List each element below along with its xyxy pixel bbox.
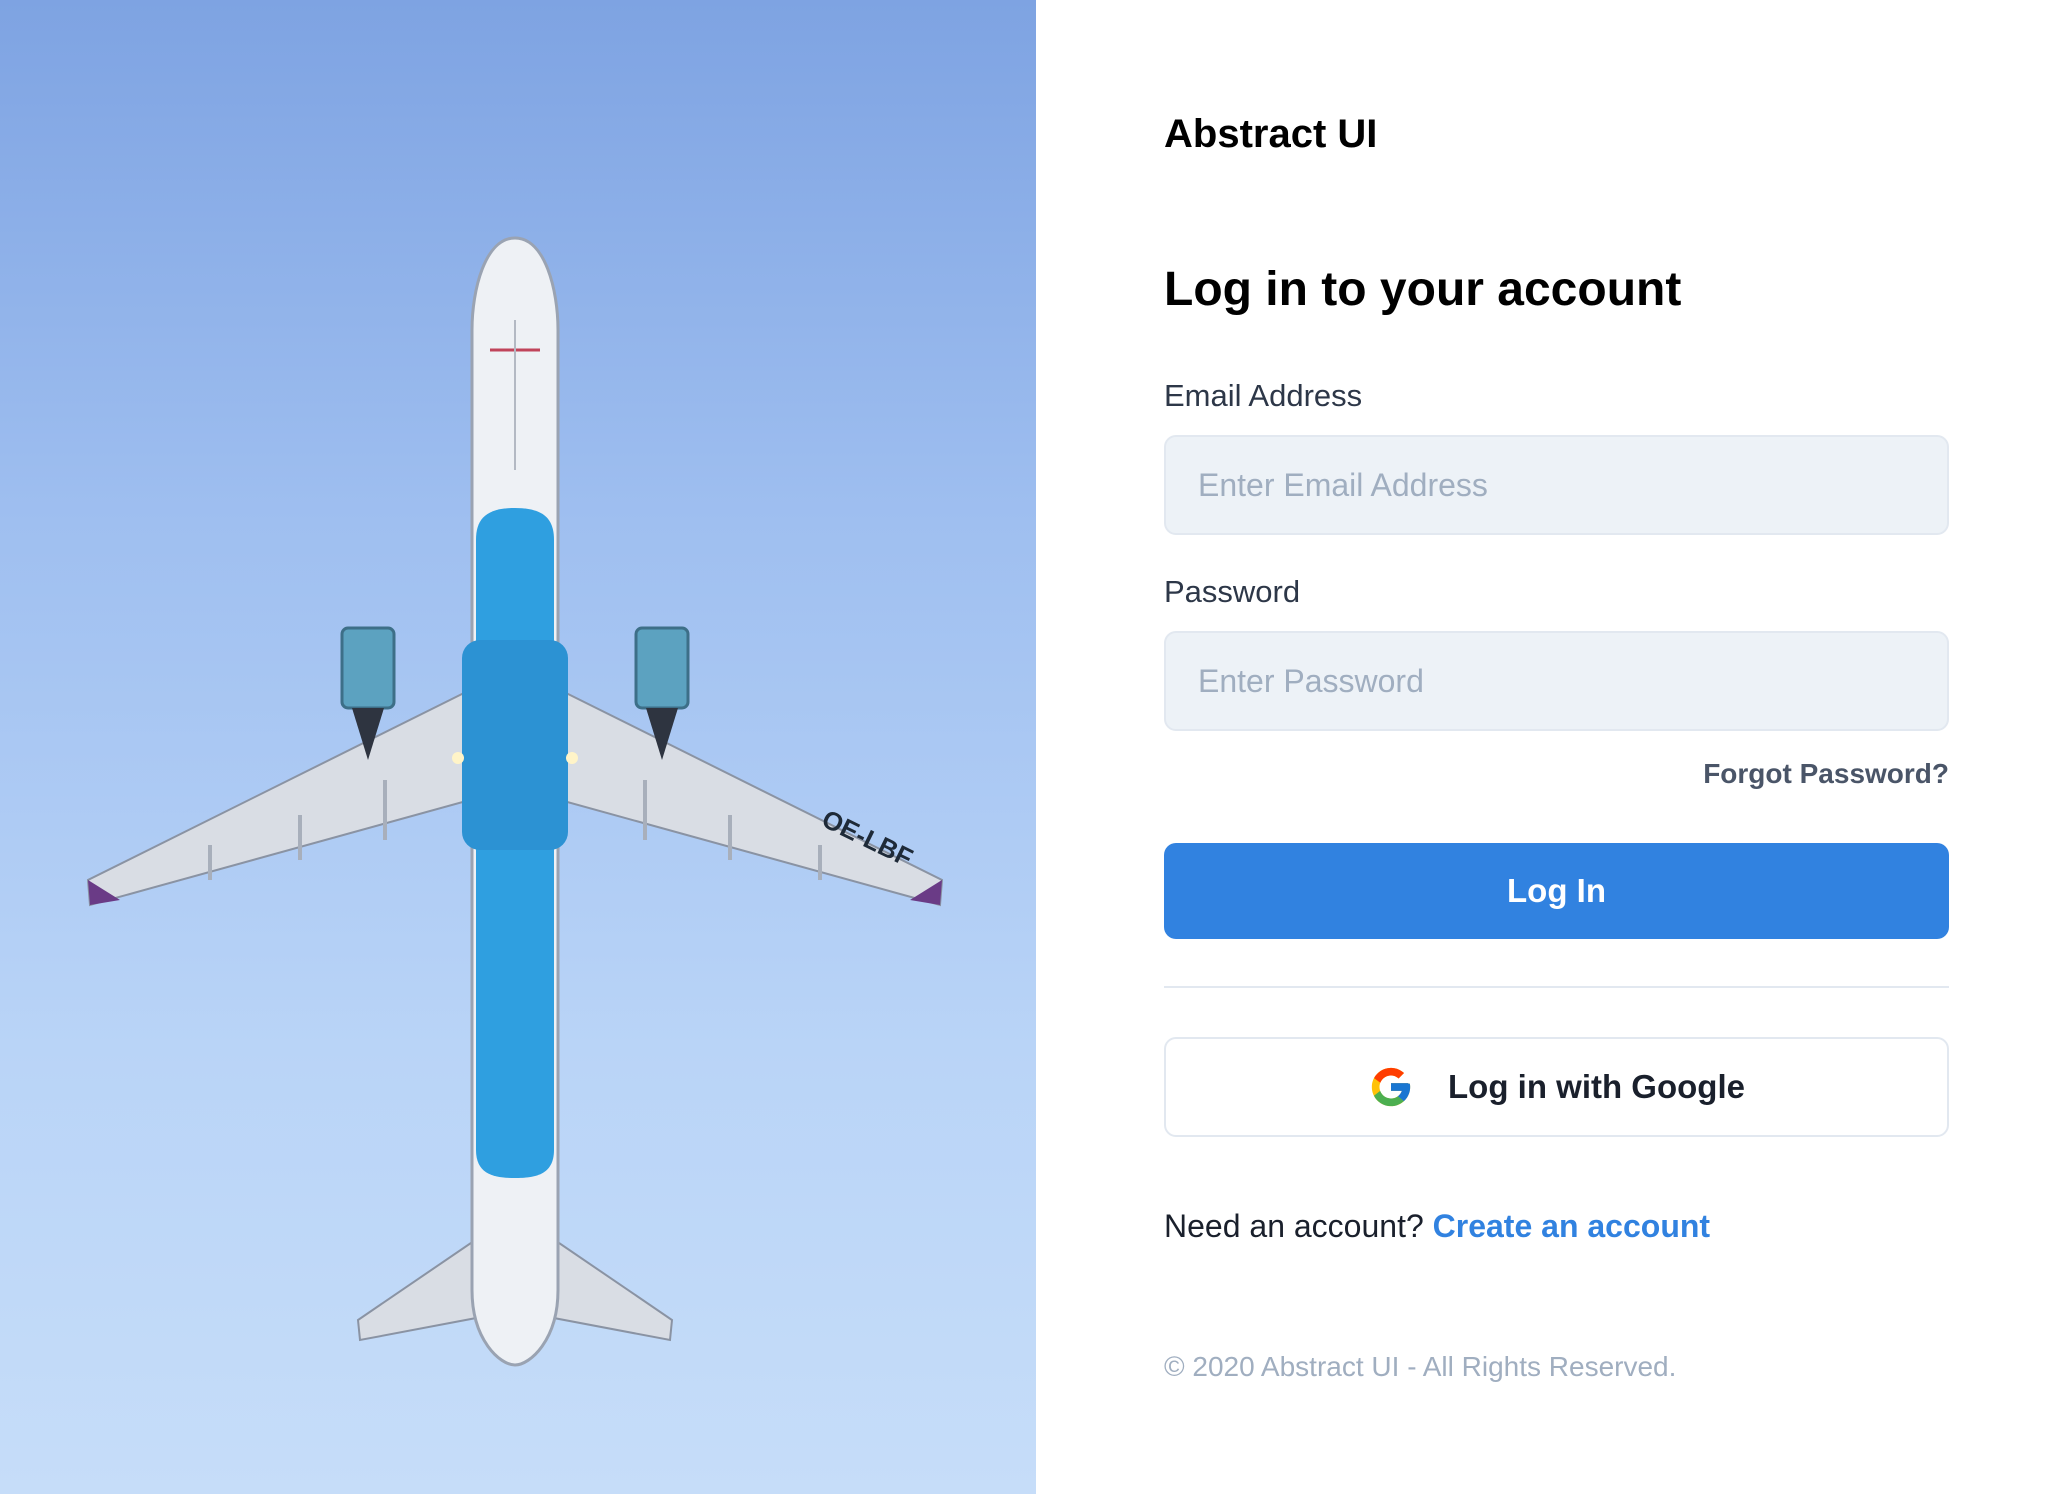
google-logo-icon (1368, 1064, 1414, 1110)
page-title: Log in to your account (1164, 263, 1682, 316)
brand-logo-text: Abstract UI (1164, 112, 1378, 156)
email-input[interactable] (1164, 435, 1949, 535)
password-input[interactable] (1164, 631, 1949, 731)
signup-prompt: Need an account? Create an account (1164, 1208, 1710, 1245)
password-label: Password (1164, 574, 1301, 609)
hero-image: OE-LBF (0, 0, 1036, 1494)
login-panel: Abstract UI Log in to your account Email… (1036, 0, 2066, 1494)
login-button[interactable]: Log In (1164, 843, 1949, 939)
divider (1164, 986, 1949, 988)
email-label: Email Address (1164, 378, 1363, 413)
airplane-image: OE-LBF (86, 236, 944, 1367)
signup-prompt-text: Need an account? (1164, 1208, 1424, 1244)
google-login-button[interactable]: Log in with Google (1164, 1037, 1949, 1137)
create-account-link[interactable]: Create an account (1433, 1208, 1710, 1244)
login-page: OE-LBF Abstract UI Log in to your accoun… (0, 0, 2066, 1494)
forgot-password-link[interactable]: Forgot Password? (1703, 758, 1949, 790)
copyright-footer: © 2020 Abstract UI - All Rights Reserved… (1164, 1351, 1677, 1382)
google-login-label: Log in with Google (1448, 1068, 1745, 1105)
